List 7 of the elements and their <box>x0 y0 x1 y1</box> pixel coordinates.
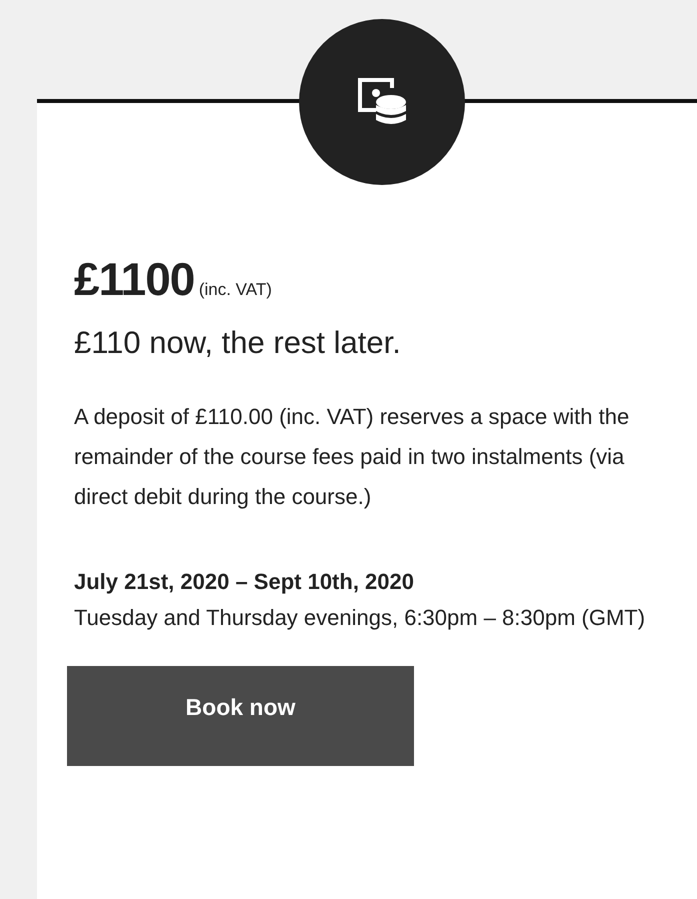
price-note: (inc. VAT) <box>198 280 272 299</box>
price: £1100 <box>74 253 194 305</box>
schedule-text: Tuesday and Thursday evenings, 6:30pm – 8:30pm (GMT) <box>74 604 646 632</box>
description-text: A deposit of £110.00 (inc. VAT) reserves a space with the remainder of the course fees paid in two instalments (via direct debit during the course.) <box>74 402 630 511</box>
book-now-button[interactable]: Book now <box>67 666 414 766</box>
course-dates: July 21st, 2020 – Sept 10th, 2020 <box>74 568 415 596</box>
deposit-summary: £110 now, the rest later. <box>74 324 402 362</box>
